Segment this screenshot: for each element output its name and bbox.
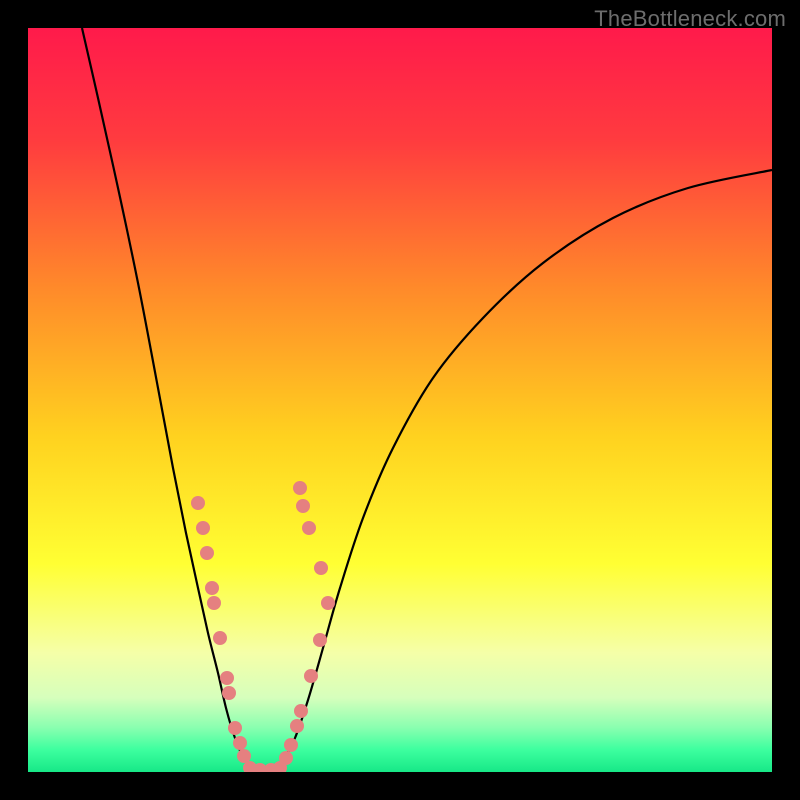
data-point [237,749,251,763]
data-point [290,719,304,733]
data-point [233,736,247,750]
plot-frame [28,28,772,772]
data-point [222,686,236,700]
data-point [220,671,234,685]
data-point [228,721,242,735]
data-point [314,561,328,575]
data-point [304,669,318,683]
data-point [200,546,214,560]
chart-background [28,28,772,772]
data-point [296,499,310,513]
data-point [191,496,205,510]
bottleneck-chart [28,28,772,772]
data-point [293,481,307,495]
data-point [279,751,293,765]
data-point [207,596,221,610]
data-point [313,633,327,647]
data-point [196,521,210,535]
data-point [294,704,308,718]
data-point [321,596,335,610]
data-point [213,631,227,645]
data-point [302,521,316,535]
data-point [284,738,298,752]
data-point [205,581,219,595]
